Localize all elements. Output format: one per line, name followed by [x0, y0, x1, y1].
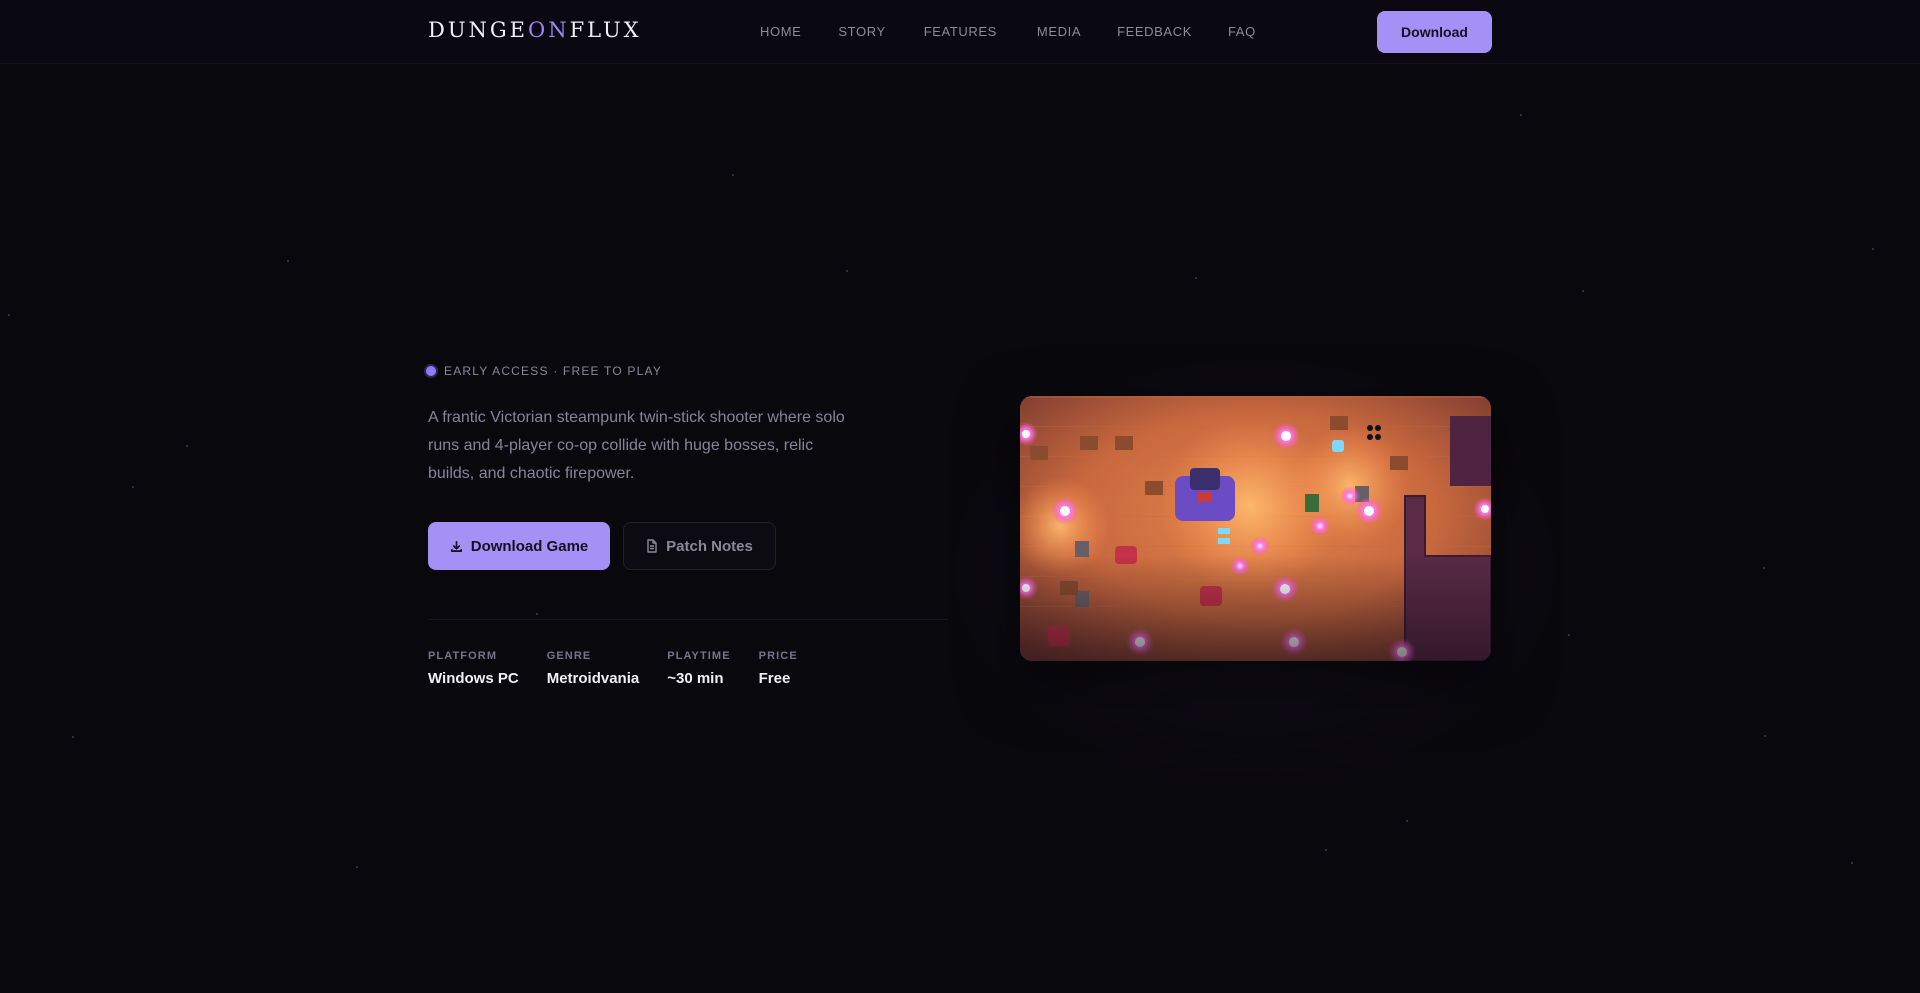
- meta-label: PLATFORM: [428, 650, 498, 662]
- document-icon: [646, 539, 658, 553]
- meta-price: PRICE Free: [759, 650, 798, 687]
- meta-value: ~30 min: [667, 670, 724, 687]
- hero-divider: [428, 619, 948, 620]
- nav-download-button[interactable]: Download: [1377, 11, 1492, 53]
- patch-notes-button[interactable]: Patch Notes: [623, 522, 776, 570]
- logo-text-accent: ON: [528, 18, 570, 42]
- download-icon: [450, 540, 463, 553]
- meta-value: Windows PC: [428, 670, 519, 687]
- meta-label: PRICE: [758, 650, 798, 662]
- patch-notes-label: Patch Notes: [666, 537, 753, 555]
- top-navbar: DUNGEONFLUX HOME STORY FEATURES MEDIA FE…: [0, 0, 1920, 64]
- nav-link-faq[interactable]: FAQ: [1228, 24, 1256, 39]
- nav-link-media[interactable]: MEDIA: [1037, 24, 1081, 39]
- nav-link-features[interactable]: FEATURES: [924, 24, 997, 39]
- gameplay-screenshot: [1020, 396, 1491, 661]
- game-meta-list: PLATFORM Windows PC GENRE Metroidvania P…: [428, 650, 826, 687]
- logo-text-start: DUNGE: [428, 18, 529, 42]
- meta-playtime: PLAYTIME ~30 min: [667, 650, 730, 687]
- meta-genre: GENRE Metroidvania: [547, 650, 640, 687]
- meta-label: GENRE: [546, 650, 592, 662]
- download-game-label: Download Game: [470, 537, 589, 555]
- meta-value: Metroidvania: [546, 670, 640, 687]
- nav-link-home[interactable]: HOME: [760, 24, 801, 39]
- meta-label: PLAYTIME: [667, 650, 731, 662]
- nav-links: HOME STORY FEATURES MEDIA FEEDBACK FAQ: [760, 24, 1256, 39]
- badge-text: EARLY ACCESS · FREE TO PLAY: [444, 364, 663, 378]
- download-game-button[interactable]: Download Game: [428, 522, 610, 570]
- hero-tagline: A frantic Victorian steampunk twin-stick…: [428, 409, 845, 482]
- status-dot-icon: [426, 366, 436, 376]
- meta-value: Free: [758, 670, 791, 687]
- meta-platform: PLATFORM Windows PC: [428, 650, 519, 687]
- nav-link-story[interactable]: STORY: [838, 24, 885, 39]
- brand-logo[interactable]: DUNGEONFLUX: [428, 18, 642, 42]
- nav-link-feedback[interactable]: FEEDBACK: [1117, 24, 1192, 39]
- status-badge: EARLY ACCESS · FREE TO PLAY: [426, 364, 662, 378]
- logo-text-end: FLUX: [569, 18, 642, 42]
